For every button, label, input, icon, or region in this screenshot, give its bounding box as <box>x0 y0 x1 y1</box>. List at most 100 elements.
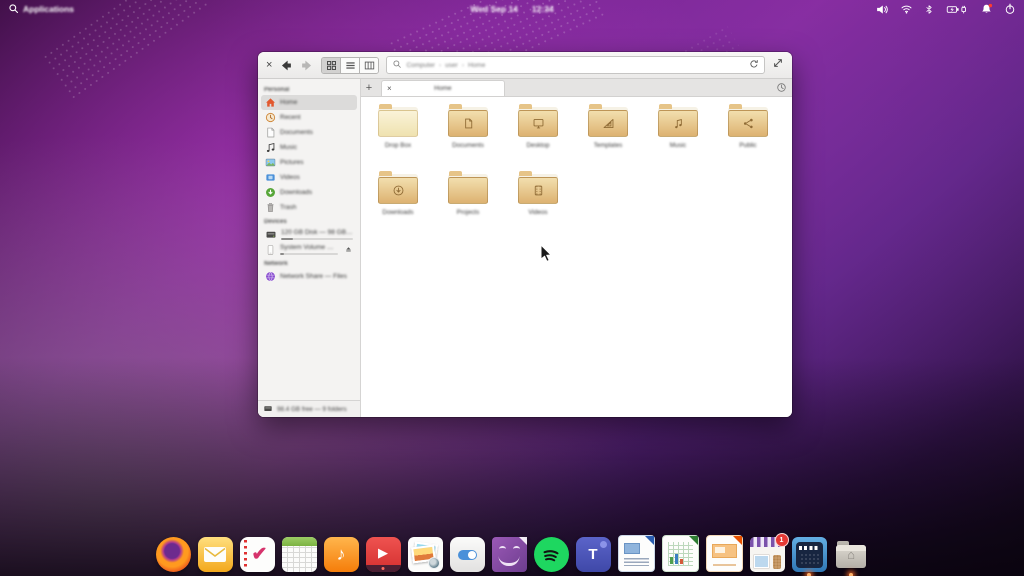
sidebar-item-music[interactable]: Music <box>261 140 357 155</box>
disk-usage-bar <box>281 237 353 241</box>
sidebar-section-header: Personal <box>264 87 290 93</box>
folder-music[interactable]: Music <box>643 104 713 174</box>
disk-small-icon <box>263 404 273 415</box>
folder-templates[interactable]: Templates <box>573 104 643 174</box>
sidebar-item-videos[interactable]: Videos <box>261 170 357 185</box>
folder-downloads[interactable]: Downloads <box>363 171 433 241</box>
dock-mail[interactable] <box>197 537 233 572</box>
dock-photos[interactable] <box>407 537 443 572</box>
sidebar-item-label: Videos <box>280 174 300 181</box>
tab-bar: + × Home <box>361 79 792 97</box>
tab-home[interactable]: × Home <box>381 80 505 96</box>
folder-icon <box>518 104 558 137</box>
eject-icon[interactable] <box>344 245 353 254</box>
bluetooth-icon[interactable] <box>924 3 934 16</box>
system-tray <box>875 3 1016 16</box>
sidebar-item-recent[interactable]: Recent <box>261 110 357 125</box>
dock-spotify[interactable] <box>533 537 569 572</box>
dock-appcenter[interactable]: 1 <box>749 533 789 572</box>
wifi-icon[interactable] <box>900 3 913 15</box>
downloads-icon <box>265 187 276 198</box>
music-icon <box>265 142 276 153</box>
dock-files[interactable]: ⌂ <box>834 537 869 576</box>
trash-icon <box>265 202 276 213</box>
document-icon <box>265 127 276 138</box>
status-text: 98.4 GB free — 9 folders <box>277 405 347 413</box>
panel-time: 12:34 <box>531 4 554 14</box>
phone-icon <box>265 244 276 256</box>
dock-impress[interactable] <box>705 535 743 572</box>
volume-icon[interactable] <box>875 3 889 16</box>
folder-icon <box>728 104 768 137</box>
folder-label: Public <box>739 142 757 149</box>
panel-date: Wed Sep 14 <box>470 4 518 14</box>
battery-icon[interactable] <box>945 3 969 16</box>
grid-view-button[interactable] <box>322 57 341 73</box>
sidebar-item-network-share-files[interactable]: Network Share — Files <box>261 269 357 284</box>
forward-button[interactable] <box>300 59 314 72</box>
sidebar-item-system-volume-data-64-gb-free-backup[interactable]: System Volume Data — 64 GB free — Backup <box>261 242 357 257</box>
sidebar-item-label: Pictures <box>280 159 304 166</box>
sidebar-item-label: Home <box>280 99 298 106</box>
sidebar-item-trash[interactable]: Trash <box>261 200 357 215</box>
folder-icon <box>378 171 418 204</box>
folder-label: Projects <box>456 209 480 216</box>
breadcrumb-segment[interactable]: Home <box>468 62 485 69</box>
tab-title: Home <box>434 85 452 92</box>
dock-videos[interactable]: ▶ <box>365 537 401 572</box>
recent-icon <box>265 112 276 123</box>
applications-menu[interactable]: Applications <box>8 3 74 16</box>
refresh-icon[interactable] <box>749 56 759 74</box>
dock-music[interactable]: ♪ <box>323 537 359 572</box>
sidebar-item-pictures[interactable]: Pictures <box>261 155 357 170</box>
notifications-icon[interactable] <box>980 3 993 16</box>
sidebar-item-home[interactable]: Home <box>261 95 357 110</box>
list-view-button[interactable] <box>340 57 360 73</box>
window-headerbar[interactable]: × Computer › user › Home <box>258 52 792 79</box>
folder-icon <box>518 171 558 204</box>
dock-calendar[interactable] <box>281 537 317 572</box>
breadcrumb-segment[interactable]: Computer <box>406 62 435 69</box>
folder-desktop[interactable]: Desktop <box>503 104 573 174</box>
home-icon <box>265 97 276 108</box>
window-close-button[interactable]: × <box>266 59 272 71</box>
folder-label: Downloads <box>382 209 414 216</box>
sidebar-item-label: Recent <box>280 114 301 121</box>
device-label: 120 GB Disk — 98 GB free <box>281 228 353 236</box>
history-icon[interactable] <box>776 82 787 93</box>
dock-passwords[interactable] <box>791 537 827 576</box>
back-button[interactable] <box>279 59 293 72</box>
folder-label: Drop Box <box>384 142 412 149</box>
dock-writer[interactable] <box>617 535 655 572</box>
folder-label: Music <box>669 142 687 149</box>
folder-projects[interactable]: Projects <box>433 171 503 241</box>
sidebar-section-header: Devices <box>264 219 287 225</box>
path-search-bar[interactable]: Computer › user › Home <box>386 56 765 74</box>
dock-reader[interactable] <box>491 537 527 572</box>
sidebar-item-downloads[interactable]: Downloads <box>261 185 357 200</box>
sidebar-item-documents[interactable]: Documents <box>261 125 357 140</box>
folder-drop-box[interactable]: Drop Box <box>363 104 433 174</box>
new-tab-button[interactable]: + <box>361 79 377 96</box>
sidebar-item-120-gb-disk-98-gb-free[interactable]: 120 GB Disk — 98 GB free <box>261 227 357 242</box>
fullscreen-icon[interactable] <box>772 56 784 74</box>
datetime-indicator[interactable]: Wed Sep 14 12:34 <box>0 4 1024 14</box>
breadcrumb-segment[interactable]: user <box>445 62 458 69</box>
dock-teams[interactable]: T <box>575 537 611 572</box>
dock-settings[interactable] <box>449 537 485 572</box>
dock-firefox[interactable] <box>155 537 191 572</box>
column-view-button[interactable] <box>359 57 379 73</box>
folder-icon <box>588 104 628 137</box>
applications-menu-label: Applications <box>23 4 75 14</box>
power-icon[interactable] <box>1004 3 1016 15</box>
folder-icon <box>658 104 698 137</box>
dock-calc[interactable] <box>661 535 699 572</box>
status-bar: 98.4 GB free — 9 folders <box>258 400 360 417</box>
folder-public[interactable]: Public <box>713 104 783 174</box>
breadcrumb[interactable]: Computer › user › Home <box>406 62 745 69</box>
folder-videos[interactable]: Videos <box>503 171 573 241</box>
sidebar-item-label: Music <box>280 144 297 151</box>
dock-tasks[interactable]: ✔ <box>239 537 275 572</box>
top-panel: Applications Wed Sep 14 12:34 <box>0 0 1024 18</box>
folder-documents[interactable]: Documents <box>433 104 503 174</box>
